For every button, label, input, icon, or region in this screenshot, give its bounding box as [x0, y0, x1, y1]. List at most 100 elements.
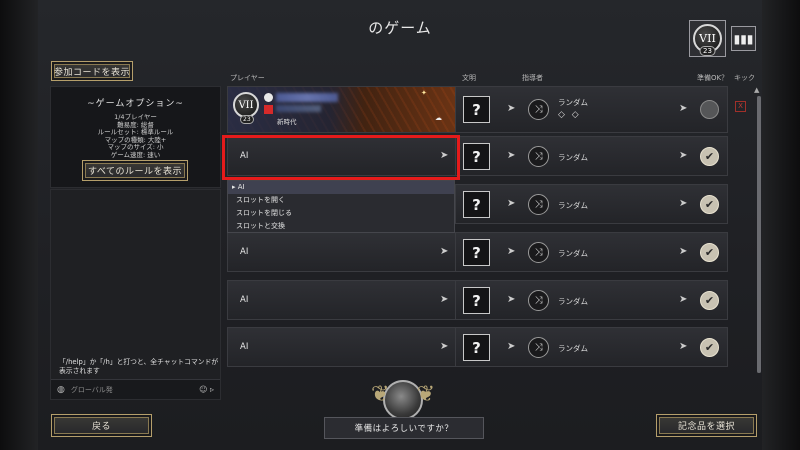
highlight-box — [222, 135, 460, 180]
leader-dropdown-arrow-icon[interactable]: ➤ — [679, 198, 687, 209]
civ-unknown: ? — [472, 291, 481, 310]
scrollbar-thumb[interactable] — [757, 96, 761, 373]
civ-dropdown-arrow-icon[interactable]: ➤ — [507, 294, 515, 305]
back-label: 戻る — [91, 422, 111, 432]
leader-label: ランダム — [558, 98, 588, 107]
header-leader: 指導者 — [522, 74, 543, 82]
header-civ: 文明 — [462, 74, 476, 82]
frame-left — [0, 0, 38, 450]
civ-dropdown-arrow-icon[interactable]: ➤ — [507, 198, 515, 209]
frame-right — [762, 0, 800, 450]
dropdown-option-open-slot[interactable]: スロットを開く — [228, 194, 454, 207]
era-numeral: VII — [699, 32, 716, 45]
era-badge[interactable]: VII 23 — [689, 20, 726, 57]
chat-message: 「/help」か「/h」と打つと、全チャットコマンドが表示されます — [59, 358, 219, 375]
leader-label: ランダム — [558, 153, 588, 162]
civ-unknown: ? — [472, 147, 481, 166]
ready-check-icon: ✔ — [700, 338, 719, 357]
era-icon: VII 23 — [693, 24, 722, 56]
slot-type-select[interactable]: AI ➤ — [228, 281, 456, 319]
dropdown-option-swap-slot[interactable]: スロットと交換 — [228, 220, 454, 233]
game-options-list: 1/4プレイヤー 難易度: 総督 ルールセット: 標準ルール マップの種類: 大… — [51, 113, 220, 160]
leader-dropdown-arrow-icon[interactable]: ➤ — [679, 150, 687, 161]
steam-icon — [264, 93, 273, 102]
select-memento-button[interactable]: 記念品を選択 — [656, 414, 757, 437]
show-all-rules-button[interactable]: すべてのルールを表示 — [82, 160, 188, 181]
leader-dropdown-arrow-icon[interactable]: ➤ — [679, 294, 687, 305]
civ-unknown: ? — [472, 195, 481, 214]
random-leader-icon[interactable]: ⤨ — [528, 99, 549, 120]
show-invite-code-label: 参加コードを表示 — [53, 67, 130, 78]
ready-check-icon: ✔ — [700, 147, 719, 166]
leader-dropdown-arrow-icon[interactable]: ➤ — [679, 246, 687, 257]
player-slot-human: VII 23 新時代 ✦ ☁ ? ➤ ⤨ ランダム ◇ ◇ ➤ — [227, 86, 728, 133]
dropdown-option-ai[interactable]: ▸ AI — [228, 181, 454, 194]
civ-select-button[interactable]: ? — [463, 191, 490, 218]
civ-dropdown-arrow-icon[interactable]: ➤ — [507, 341, 515, 352]
leader-label: ランダム — [558, 249, 588, 258]
player-slot-ai: AI ➤ ? ➤ ⤨ ランダム ➤ ✔ — [227, 232, 728, 272]
laurel-icon: ❦ — [416, 382, 435, 407]
globe-icon[interactable]: ◍ — [57, 385, 65, 395]
header-kick: キック — [734, 74, 755, 82]
banner-corner-icon: ☁ — [435, 114, 442, 122]
leader-sub-icons: ◇ ◇ — [558, 110, 581, 120]
chevron-down-icon[interactable]: ➤ — [440, 341, 448, 352]
scroll-up-icon[interactable]: ▲ — [754, 86, 759, 94]
roster-icon: ▮▮▮ — [733, 31, 754, 46]
leader-dropdown-arrow-icon[interactable]: ➤ — [679, 103, 687, 114]
ready-toggle[interactable] — [700, 100, 719, 119]
slot-type-select[interactable]: AI ➤ — [228, 328, 456, 366]
random-leader-icon[interactable]: ⤨ — [528, 146, 549, 167]
chevron-down-icon[interactable]: ➤ — [440, 294, 448, 305]
random-leader-icon[interactable]: ⤨ — [528, 337, 549, 358]
game-options-title: ~ゲームオプション~ — [87, 99, 184, 109]
roster-button[interactable]: ▮▮▮ — [731, 26, 756, 51]
star-icon: ✦ — [421, 89, 427, 97]
dropdown-option-close-slot[interactable]: スロットを閉じる — [228, 207, 454, 220]
civ-select-button[interactable]: ? — [463, 239, 490, 266]
laurel-icon: ❦ — [371, 382, 390, 407]
dropdown-option-label: AI — [237, 183, 245, 191]
player-era-numeral: VII — [238, 99, 254, 111]
random-leader-icon[interactable]: ⤨ — [528, 290, 549, 311]
option-line: ゲーム速度: 速い — [110, 150, 161, 159]
civ-dropdown-arrow-icon[interactable]: ➤ — [507, 103, 515, 114]
slot-type-label: AI — [240, 295, 249, 305]
back-button[interactable]: 戻る — [51, 414, 152, 437]
player-name-blurred — [276, 93, 338, 102]
leader-label: ランダム — [558, 344, 588, 353]
random-leader-icon[interactable]: ⤨ — [528, 194, 549, 215]
chat-input-bar[interactable]: ◍ グローバル発 ☺ ▹ — [51, 379, 220, 399]
civ-select-button[interactable]: ? — [463, 143, 490, 170]
emoji-icon[interactable]: ☺ ▹ — [199, 385, 214, 394]
civ-dropdown-arrow-icon[interactable]: ➤ — [507, 246, 515, 257]
civ-dropdown-arrow-icon[interactable]: ➤ — [507, 150, 515, 161]
ready-check-icon: ✔ — [700, 195, 719, 214]
page-title: のゲーム — [368, 19, 432, 37]
chat-input[interactable]: グローバル発 — [71, 385, 199, 395]
show-invite-code-button[interactable]: 参加コードを表示 — [51, 61, 133, 81]
civ-select-button[interactable]: ? — [463, 334, 490, 361]
civ-select-button[interactable]: ? — [463, 96, 490, 123]
slot-type-select[interactable]: AI ➤ — [228, 233, 456, 271]
leader-dropdown-arrow-icon[interactable]: ➤ — [679, 341, 687, 352]
player-slot-ai: AI ➤ ? ➤ ⤨ ランダム ➤ ✔ — [227, 327, 728, 367]
ready-prompt: 準備はよろしいですか？ — [324, 417, 484, 439]
civ-select-button[interactable]: ? — [463, 287, 490, 314]
chevron-down-icon[interactable]: ➤ — [440, 246, 448, 257]
kick-button[interactable]: X — [735, 101, 746, 112]
player-slot-ai: AI ➤ ? ➤ ⤨ ランダム ➤ ✔ — [227, 280, 728, 320]
civ-unknown: ? — [472, 243, 481, 262]
chat-panel: 「/help」か「/h」と打つと、全チャットコマンドが表示されます ◍ グローバ… — [50, 189, 221, 400]
random-leader-icon[interactable]: ⤨ — [528, 242, 549, 263]
player-subtitle-blurred — [276, 105, 321, 112]
show-all-rules-label: すべてのルールを表示 — [87, 167, 182, 177]
ready-check-icon: ✔ — [700, 291, 719, 310]
leader-label: ランダム — [558, 297, 588, 306]
header-player: プレイヤー — [230, 74, 265, 82]
player-level: 23 — [240, 115, 254, 124]
player-era-name: 新時代 — [277, 118, 297, 126]
era-level: 23 — [699, 46, 716, 56]
slot-type-label: AI — [240, 342, 249, 352]
